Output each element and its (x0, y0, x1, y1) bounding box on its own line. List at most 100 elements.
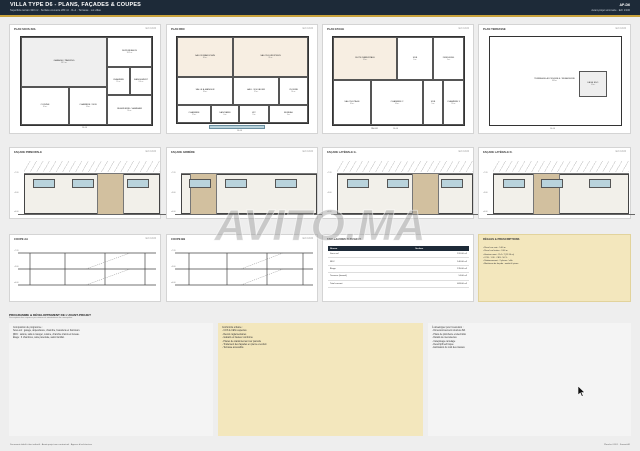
section-panel-bb[interactable]: COUPE BB Ech 1/100 +7.20 +3.60 ±0.00 (166, 234, 318, 302)
facade-panel-rear[interactable]: FAÇADE ARRIÈRE Ech 1/100 +7.20 +3.60 ±0.… (166, 147, 323, 219)
table-row: Étage 135.00 m² (328, 265, 469, 274)
window (347, 179, 369, 188)
stone-cladding (97, 174, 124, 214)
dimension-label: 14.00 (393, 128, 399, 130)
room: BUREAU 9 m² (269, 105, 308, 123)
facade-panel-left[interactable]: FAÇADE LATÉRALE G. Ech 1/100 +7.20 +3.60… (322, 147, 479, 219)
dimension-label: PALIER (371, 128, 378, 130)
sheet-ref-sub: Avant-projet sommaire · Ech 1/100 (591, 9, 630, 12)
room: WC 2 m² (239, 105, 269, 123)
panel-title: FAÇADE LATÉRALE D. (483, 151, 513, 154)
room: SALLE A MANGER 18 m² (177, 77, 233, 105)
room: SALON ETAGE 16 m² (333, 80, 371, 125)
panel-scale: Ech 1/100 (302, 151, 313, 153)
room: DEPENDANCE 18.2 m² (107, 37, 152, 67)
panel-scale: Ech 1/100 (615, 28, 626, 30)
plan-panel-ground-floor[interactable]: PLAN RDC Ech 1/100 SALON MAROCAIN 36 m² S… (166, 24, 318, 134)
program-column: Conformité urbaine :- COS & CES respecté… (218, 323, 423, 436)
level-marker: +3.60 (483, 192, 488, 194)
floor-plan: SALON MAROCAIN 36 m² SALON EUROPEEN 32 m² … (176, 36, 309, 124)
level-marker: ±0.00 (483, 211, 488, 213)
plan-panel-basement[interactable]: PLAN SOUS-SOL Ech 1/100 GARAGE / PARKING… (9, 24, 161, 134)
window (441, 179, 463, 188)
panel-title: RÈGLES & PRESCRIPTIONS (483, 238, 520, 241)
surface-table: Niveau Surface Sous-sol 120.00 m² RDC 140.… (328, 246, 469, 288)
program-column: Composition du programme : Sous-sol : gar… (9, 323, 213, 436)
panel-scale: Ech 1/100 (145, 151, 156, 153)
rules-list: • Recul sur voie : 5.00 m • Recul sur li… (483, 247, 518, 267)
room: SANITAIRE 4 m² (211, 105, 239, 123)
section-panel-aa[interactable]: COUPE AA Ech 1/100 +7.20 +3.60 ±0.00 (9, 234, 161, 302)
table-row: Sous-sol 120.00 m² (328, 251, 469, 259)
level-marker: ±0.00 (171, 211, 176, 213)
window (589, 179, 611, 188)
sheet-header: VILLA TYPE D6 - PLANS, FAÇADES & COUPES … (0, 0, 640, 15)
panel-title: FAÇADE PRINCIPALE (14, 151, 42, 154)
panel-scale: Ech 1/100 (145, 28, 156, 30)
dimension-label: 14.00 (82, 127, 88, 129)
pergola (337, 161, 473, 172)
window (387, 179, 409, 188)
level-marker: +7.20 (14, 172, 19, 174)
level-marker: +7.20 (14, 250, 19, 252)
dimension-label: 14.00 (550, 128, 556, 130)
panel-scale: Ech 1/100 (458, 151, 469, 153)
footer-sheet-number: Planche 01/01 · Format A1 (603, 444, 630, 446)
level-marker: +7.20 (171, 250, 176, 252)
room: CHAMBRE 12 m² (177, 105, 211, 123)
panel-scale: Ech 1/100 (458, 28, 469, 30)
ground-line (331, 214, 479, 215)
pergola (24, 161, 160, 172)
panel-title: PLAN ETAGE (327, 28, 345, 31)
window (503, 179, 525, 188)
room: SALON MAROCAIN 36 m² (177, 37, 233, 77)
footer-note: Document établi à titre indicatif · Avan… (10, 444, 92, 446)
floor-plan: TERRASSE ACCESSIBLE / BUANDERIE 168 m² CA… (489, 36, 622, 126)
room: CAGE ESC. 14 m² (579, 71, 607, 97)
window (127, 179, 149, 188)
pergola (493, 161, 629, 172)
room: CHAMBRE 2 14 m² (371, 80, 423, 125)
level-marker: +3.60 (14, 266, 19, 268)
panel-title: FAÇADE ARRIÈRE (171, 151, 195, 154)
level-marker: ±0.00 (14, 211, 19, 213)
window (189, 179, 211, 188)
program-subtitle: Description des espaces par niveau et or… (9, 317, 73, 319)
plan-panel-roof[interactable]: PLAN TERRASSE Ech 1/100 TERRASSE ACCESSI… (478, 24, 631, 134)
entrance-patio (209, 125, 265, 129)
room: SDB 6 m² (397, 37, 433, 80)
panel-title: FAÇADE LATÉRALE G. (327, 151, 357, 154)
level-marker: +7.20 (327, 172, 332, 174)
level-marker: +7.20 (483, 172, 488, 174)
drawing-sheet: VILLA TYPE D6 - PLANS, FAÇADES & COUPES … (0, 0, 640, 451)
panel-title: PLAN RDC (171, 28, 185, 31)
level-marker: ±0.00 (171, 282, 176, 284)
sheet-subtitle: Superficie terrain 320 m² · Surface couv… (10, 9, 101, 12)
room: SDB 5 m² (423, 80, 443, 125)
rules-panel[interactable]: RÈGLES & PRESCRIPTIONS • Recul sur voie … (478, 234, 631, 302)
room: RANGEMENT 8.4 m² (130, 67, 152, 95)
table-row: Terrasse (buand.) 14.00 m² (328, 272, 469, 281)
table-row: Total couvert 409.00 m² (328, 280, 469, 288)
surface-schedule-panel[interactable]: TABLEAU DES SURFACES Niveau Surface Sous… (322, 234, 474, 302)
mouse-cursor-icon (578, 386, 586, 397)
level-marker: +3.60 (14, 192, 19, 194)
list-item: • Matériaux de façade : enduit & pierre (483, 263, 519, 266)
stone-cladding (412, 174, 439, 214)
room: HALL / ESCALIER 12 m² (233, 77, 279, 105)
room: CHAMBRE 12 m² (107, 67, 130, 95)
window (225, 179, 247, 188)
facade-panel-right[interactable]: FAÇADE LATÉRALE D. Ech 1/100 +7.20 +3.60… (478, 147, 635, 219)
sheet-ref: AP-D6 (619, 3, 630, 7)
level-marker: ±0.00 (14, 282, 19, 284)
panel-title: TABLEAU DES SURFACES (327, 238, 362, 241)
room: CUISINE 10 m² (21, 87, 69, 125)
ground-line (18, 214, 166, 215)
facade-panel-front[interactable]: FAÇADE PRINCIPALE Ech 1/100 +7.20 +3.60 … (9, 147, 166, 219)
level-marker: +7.20 (171, 172, 176, 174)
section-drawing (18, 252, 156, 286)
plan-panel-first-floor[interactable]: PLAN ETAGE Ech 1/100 SUITE PARENTALE 24 m… (322, 24, 474, 134)
room: SALON EUROPEEN 32 m² (233, 37, 308, 77)
table-row: RDC 140.00 m² (328, 257, 469, 266)
window (33, 179, 55, 188)
